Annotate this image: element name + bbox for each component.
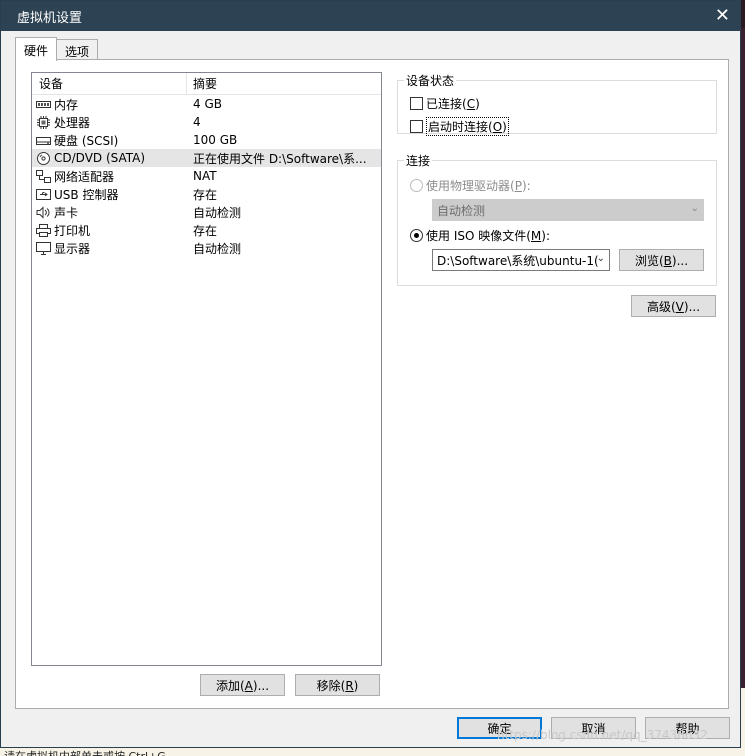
device-row[interactable]: 内存 4 GB bbox=[32, 95, 381, 113]
device-row[interactable]: 硬盘 (SCSI) 100 GB bbox=[32, 131, 381, 149]
device-summary: 自动检测 bbox=[193, 241, 242, 256]
chevron-down-icon[interactable]: ⌄ bbox=[597, 253, 605, 264]
device-summary: 4 bbox=[193, 115, 201, 129]
device-row[interactable]: CD/DVD (SATA) 正在使用文件 D:\Software\系... bbox=[32, 149, 381, 167]
device-name-cell: CD/DVD (SATA) bbox=[32, 151, 187, 165]
device-name-cell: 打印机 bbox=[32, 222, 187, 239]
device-summary: 自动检测 bbox=[193, 205, 242, 220]
tab-strip: 硬件 选项 bbox=[15, 37, 99, 61]
device-row[interactable]: 显示器 自动检测 bbox=[32, 239, 381, 257]
device-summary: 存在 bbox=[193, 187, 218, 202]
title-bar: 虚拟机设置 ✕ bbox=[1, 1, 740, 31]
iso-file-radio[interactable] bbox=[410, 229, 423, 242]
tab-options[interactable]: 选项 bbox=[56, 39, 99, 61]
advanced-button[interactable]: 高级(V)... bbox=[631, 295, 716, 317]
remove-device-button[interactable]: 移除(R) bbox=[295, 674, 380, 696]
connected-label: 已连接(C) bbox=[426, 97, 480, 111]
device-name: 硬盘 (SCSI) bbox=[54, 133, 119, 148]
device-name: 打印机 bbox=[54, 223, 91, 238]
network-icon bbox=[36, 169, 51, 183]
device-name-cell: 处理器 bbox=[32, 114, 187, 131]
cdrom-icon bbox=[36, 151, 51, 165]
window-title: 虚拟机设置 bbox=[17, 10, 83, 26]
physical-drive-label: 使用物理驱动器(P): bbox=[426, 179, 531, 193]
column-header-summary[interactable]: 摘要 bbox=[187, 75, 217, 92]
device-row[interactable]: 网络适配器 NAT bbox=[32, 167, 381, 185]
device-name: 声卡 bbox=[54, 205, 79, 220]
device-name-cell: 内存 bbox=[32, 96, 187, 113]
device-summary: 正在使用文件 D:\Software\系... bbox=[193, 151, 367, 166]
vm-settings-dialog: 虚拟机设置 ✕ 硬件 选项 设备 摘要 内存 4 GB 处理器 4 硬盘 (SCSI) 1… bbox=[0, 0, 741, 748]
hardware-tab-panel: 设备 摘要 内存 4 GB 处理器 4 硬盘 (SCSI) 100 GB CD/DVD (S… bbox=[15, 59, 729, 709]
connection-title: 连接 bbox=[404, 152, 433, 169]
device-list-header: 设备 摘要 bbox=[32, 73, 381, 95]
device-name: 显示器 bbox=[54, 241, 91, 256]
tab-hardware[interactable]: 硬件 bbox=[15, 37, 58, 61]
device-status-group: 设备状态 已连接(C) 启动时连接(O) bbox=[397, 72, 717, 136]
column-header-device[interactable]: 设备 bbox=[32, 73, 187, 94]
watermark-text: https://blog.csdn.net/qq_37436632 bbox=[497, 728, 708, 742]
iso-file-label: 使用 ISO 映像文件(M): bbox=[426, 229, 551, 243]
connection-group: 连接 使用物理驱动器(P): 自动检测 ⌄ 使用 ISO 映像文件(M): D:… bbox=[397, 152, 717, 286]
device-row[interactable]: 处理器 4 bbox=[32, 113, 381, 131]
usb-icon bbox=[36, 188, 51, 201]
connected-checkbox[interactable] bbox=[410, 97, 423, 110]
device-name: 网络适配器 bbox=[54, 169, 115, 184]
physical-drive-value: 自动检测 bbox=[437, 203, 486, 218]
harddisk-icon bbox=[36, 134, 51, 147]
connect-on-power-on-label: 启动时连接(O) bbox=[426, 117, 509, 136]
iso-file-radio-row[interactable]: 使用 ISO 映像文件(M): bbox=[410, 227, 550, 244]
connect-on-power-on-checkbox[interactable] bbox=[410, 120, 423, 133]
memory-icon bbox=[36, 98, 51, 111]
physical-drive-radio-row[interactable]: 使用物理驱动器(P): bbox=[410, 177, 531, 194]
iso-path-value: D:\Software\系统\ubuntu-1( bbox=[437, 253, 599, 268]
connected-checkbox-row[interactable]: 已连接(C) bbox=[410, 95, 480, 112]
printer-icon bbox=[36, 223, 51, 237]
close-icon[interactable]: ✕ bbox=[715, 7, 730, 25]
device-name-cell: USB 控制器 bbox=[32, 186, 187, 203]
device-row[interactable]: USB 控制器 存在 bbox=[32, 185, 381, 203]
device-summary: 4 GB bbox=[193, 97, 222, 111]
remove-device-label: 移除(R) bbox=[316, 678, 359, 693]
device-summary: 存在 bbox=[193, 223, 218, 238]
processor-icon bbox=[36, 115, 51, 129]
connect-on-power-on-row[interactable]: 启动时连接(O) bbox=[410, 117, 509, 136]
browse-button[interactable]: 浏览(B)... bbox=[619, 249, 704, 271]
device-row[interactable]: 声卡 自动检测 bbox=[32, 203, 381, 221]
device-rows: 内存 4 GB 处理器 4 硬盘 (SCSI) 100 GB CD/DVD (SATA) 正在… bbox=[32, 95, 381, 257]
device-name-cell: 显示器 bbox=[32, 240, 187, 257]
device-name-cell: 硬盘 (SCSI) bbox=[32, 132, 187, 149]
device-row[interactable]: 打印机 存在 bbox=[32, 221, 381, 239]
background-status-text: 请在虚拟机内部单击或按 Ctrl+G bbox=[4, 748, 166, 756]
chevron-down-icon: ⌄ bbox=[690, 203, 699, 214]
device-status-title: 设备状态 bbox=[404, 72, 457, 89]
browse-label: 浏览(B)... bbox=[634, 253, 689, 268]
device-name-cell: 网络适配器 bbox=[32, 168, 187, 185]
display-icon bbox=[36, 241, 51, 255]
sound-icon bbox=[36, 205, 51, 219]
iso-path-combobox[interactable]: D:\Software\系统\ubuntu-1( ⌄ bbox=[432, 249, 610, 271]
device-name: USB 控制器 bbox=[54, 187, 119, 202]
device-name: 内存 bbox=[54, 97, 79, 112]
physical-drive-select[interactable]: 自动检测 ⌄ bbox=[432, 199, 704, 221]
device-summary: 100 GB bbox=[193, 133, 238, 147]
add-device-label: 添加(A)... bbox=[215, 678, 270, 693]
add-device-button[interactable]: 添加(A)... bbox=[200, 674, 285, 696]
physical-drive-radio[interactable] bbox=[410, 179, 423, 192]
device-name-cell: 声卡 bbox=[32, 204, 187, 221]
advanced-label: 高级(V)... bbox=[646, 299, 701, 314]
device-name: CD/DVD (SATA) bbox=[54, 151, 146, 165]
device-name: 处理器 bbox=[54, 115, 91, 130]
device-summary: NAT bbox=[193, 169, 217, 183]
device-list[interactable]: 设备 摘要 内存 4 GB 处理器 4 硬盘 (SCSI) 100 GB CD/DVD (S… bbox=[31, 72, 382, 666]
